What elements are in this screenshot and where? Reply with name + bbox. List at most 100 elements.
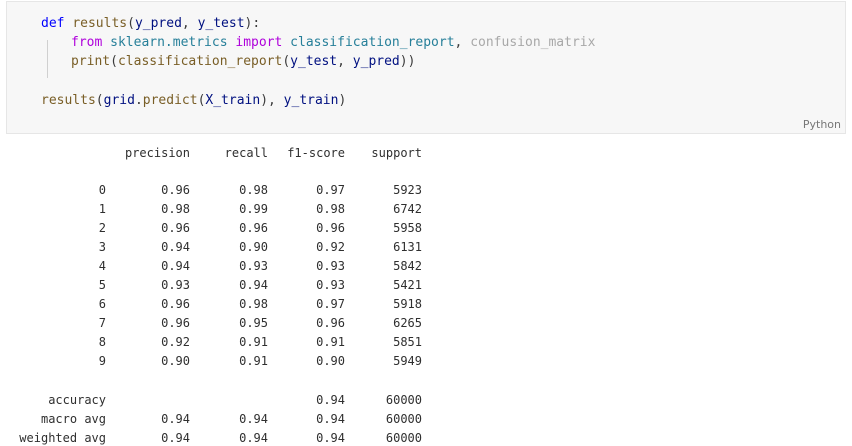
function-name: results (72, 16, 128, 31)
report-row-f1: 0.93 (316, 259, 345, 273)
report-row-precision: 0.96 (161, 183, 190, 197)
report-row-label: 3 (98, 240, 106, 254)
report-row-support: 6742 (393, 202, 422, 216)
report-summary-precision: 0.94 (161, 431, 190, 445)
report-row-precision: 0.94 (161, 240, 190, 254)
call-comma: , (268, 93, 284, 108)
print-call: print (71, 54, 111, 69)
report-row-recall: 0.94 (239, 278, 268, 292)
print-close: )) (399, 54, 416, 69)
report-row-label: 5 (98, 278, 106, 292)
arg-y-pred: y_pred (352, 54, 400, 69)
report-summary-label: accuracy (48, 393, 106, 407)
report-row-label: 7 (98, 316, 106, 330)
report-summary-label: macro avg (40, 412, 106, 426)
report-call: classification_report (117, 54, 283, 69)
language-label[interactable]: Python (803, 118, 841, 131)
report-summary-support: 60000 (385, 412, 422, 426)
indent-guide (47, 40, 48, 78)
report-header-support: support (371, 146, 422, 160)
report-row-f1: 0.91 (316, 335, 345, 349)
report-summary-f1: 0.94 (316, 393, 345, 407)
report-row-recall: 0.90 (239, 240, 268, 254)
report-row-f1: 0.97 (316, 183, 345, 197)
keyword-def: def (41, 16, 65, 31)
code-line-def: def results(y_pred, y_test): (41, 14, 260, 33)
report-header-precision: precision (124, 146, 190, 160)
param-comma: , (181, 16, 198, 31)
report-row-precision: 0.90 (161, 354, 190, 368)
report-row-support: 5851 (393, 335, 422, 349)
report-row-precision: 0.96 (161, 316, 190, 330)
report-row-recall: 0.96 (239, 221, 268, 235)
import-confusion-matrix: confusion_matrix (470, 35, 596, 50)
report-row-precision: 0.96 (161, 221, 190, 235)
call-dot: . (134, 93, 143, 108)
report-row-recall: 0.95 (239, 316, 268, 330)
report-row-f1: 0.90 (316, 354, 345, 368)
report-row-support: 6265 (393, 316, 422, 330)
report-row-support: 5949 (393, 354, 422, 368)
report-summary-recall: 0.94 (239, 431, 268, 445)
call-open: ( (95, 93, 104, 108)
report-row-support: 6131 (393, 240, 422, 254)
report-summary-recall: 0.94 (239, 412, 268, 426)
report-header-f1: f1-score (287, 146, 345, 160)
keyword-import: import (235, 35, 283, 50)
arg-y-test: y_test (290, 54, 338, 69)
call-close: ) (338, 93, 347, 108)
code-line-import: from sklearn.metrics import classificati… (71, 33, 595, 52)
report-row-label: 2 (98, 221, 106, 235)
report-row-label: 1 (98, 202, 106, 216)
report-summary-f1: 0.94 (316, 412, 345, 426)
report-row-f1: 0.98 (316, 202, 345, 216)
report-open: ( (282, 54, 291, 69)
report-row-f1: 0.92 (316, 240, 345, 254)
paren-close: ): (244, 16, 261, 31)
report-row-f1: 0.96 (316, 316, 345, 330)
arg-x-train: X_train (205, 93, 261, 108)
report-header-recall: recall (224, 146, 268, 160)
grid-object: grid (103, 93, 135, 108)
report-row-support: 5918 (393, 297, 422, 311)
report-row-f1: 0.96 (316, 221, 345, 235)
keyword-from: from (71, 35, 103, 50)
print-open: ( (110, 54, 118, 69)
report-row-recall: 0.98 (239, 297, 268, 311)
report-row-precision: 0.98 (161, 202, 190, 216)
report-summary-label: weighted avg (19, 431, 106, 445)
report-row-recall: 0.91 (239, 354, 268, 368)
report-summary-f1: 0.94 (316, 431, 345, 445)
report-row-recall: 0.98 (239, 183, 268, 197)
code-line-print: print(classification_report(y_test, y_pr… (71, 52, 415, 71)
import-classification-report: classification_report (290, 35, 455, 50)
report-summary-support: 60000 (385, 431, 422, 445)
report-row-label: 0 (98, 183, 106, 197)
report-row-precision: 0.94 (161, 259, 190, 273)
import-comma: , (454, 35, 471, 50)
report-summary-support: 60000 (385, 393, 422, 407)
report-row-precision: 0.93 (161, 278, 190, 292)
module-name: sklearn.metrics (110, 35, 228, 50)
report-row-f1: 0.97 (316, 297, 345, 311)
report-row-recall: 0.91 (239, 335, 268, 349)
report-row-recall: 0.93 (239, 259, 268, 273)
param-y-test: y_test (197, 16, 245, 31)
code-cell[interactable]: def results(y_pred, y_test): from sklear… (6, 1, 846, 134)
report-row-support: 5842 (393, 259, 422, 273)
report-row-support: 5421 (393, 278, 422, 292)
report-row-f1: 0.93 (316, 278, 345, 292)
arg-comma: , (337, 54, 353, 69)
report-row-precision: 0.96 (161, 297, 190, 311)
paren-open: ( (127, 16, 135, 31)
results-call: results (41, 93, 96, 108)
report-row-label: 9 (98, 354, 106, 368)
predict-method: predict (142, 93, 198, 108)
arg-y-train: y_train (283, 93, 339, 108)
code-line-call: results(grid.predict(X_train), y_train) (41, 91, 346, 110)
param-y-pred: y_pred (134, 16, 182, 31)
report-row-recall: 0.99 (239, 202, 268, 216)
report-row-label: 4 (98, 259, 106, 273)
report-row-label: 6 (98, 297, 106, 311)
report-row-precision: 0.92 (161, 335, 190, 349)
